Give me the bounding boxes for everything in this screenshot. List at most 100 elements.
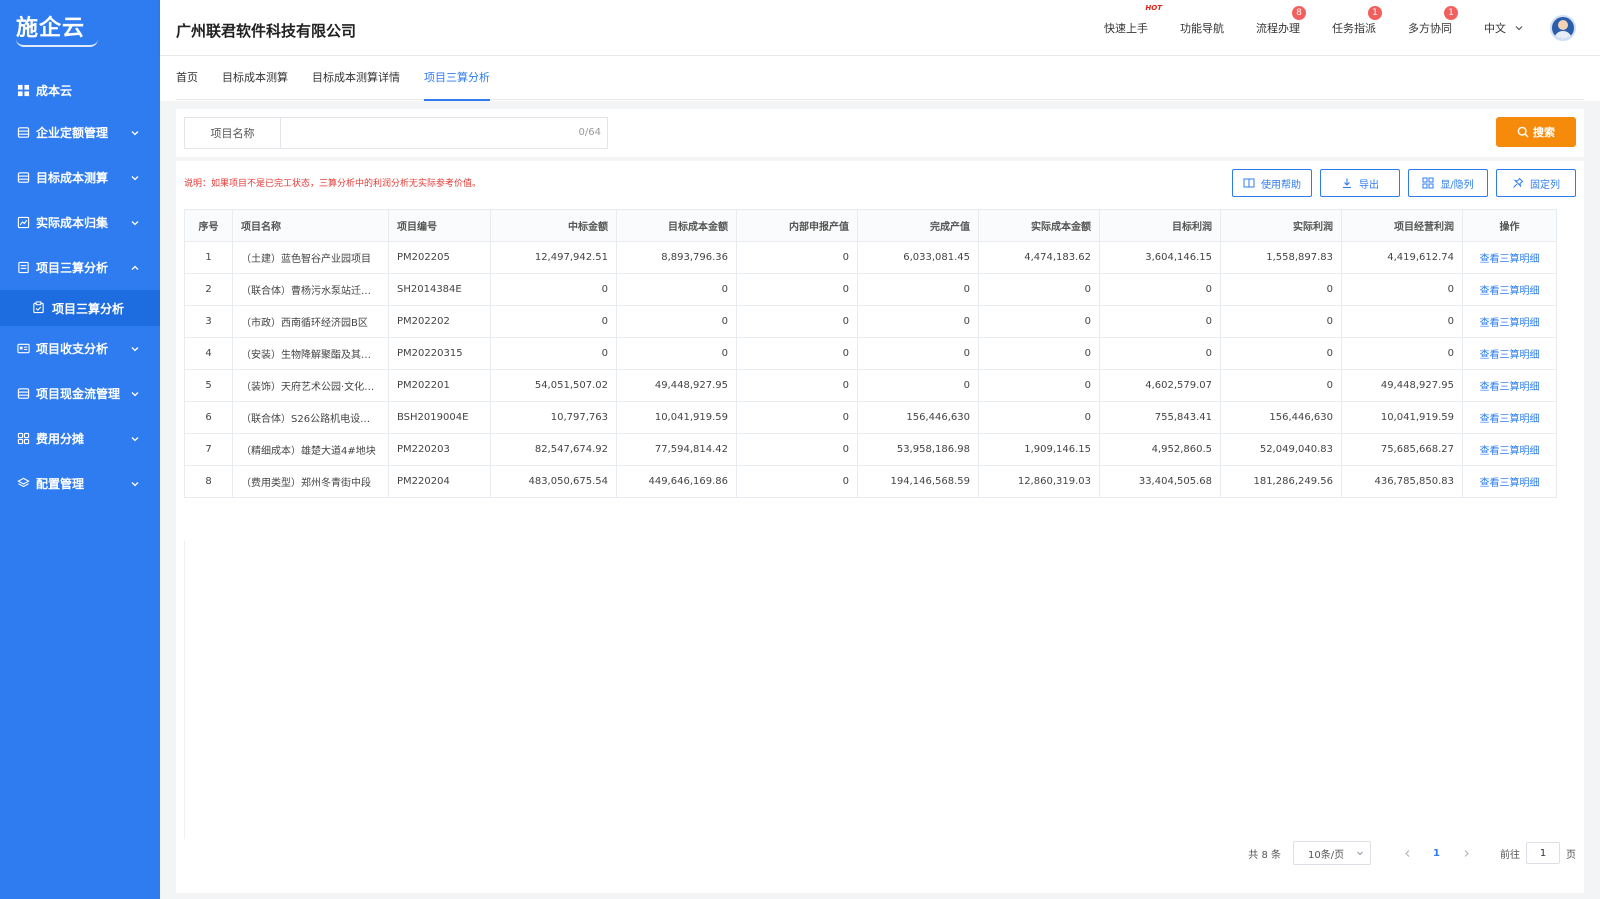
columns-icon	[1422, 177, 1434, 189]
download-icon	[1343, 178, 1351, 189]
target-cost: 8,893,796.36	[616, 241, 737, 274]
table-row[interactable]: 1 （土建）蓝色智谷产业园项目 PM202205 12,497,942.51 8,893…	[184, 241, 1557, 274]
view-detail-link[interactable]: 查看三算明细	[1462, 241, 1557, 274]
next-page-button[interactable]	[1456, 843, 1476, 863]
table-row[interactable]: 7 （精细成本）雄楚大道4#地块 PM220203 82,547,674.92 77,5…	[184, 433, 1557, 466]
sidebar-item-config[interactable]: 配置管理	[0, 461, 160, 506]
tab-three-analysis[interactable]: 项目三算分析	[424, 56, 490, 101]
column-header[interactable]: 项目经营利润	[1341, 209, 1463, 242]
page-size-select[interactable]: 10条/页	[1293, 841, 1372, 865]
column-header[interactable]: 项目编号	[388, 209, 491, 242]
view-detail-link[interactable]: 查看三算明细	[1462, 369, 1557, 402]
actual-cost: 12,860,319.03	[978, 465, 1100, 498]
sidebar-item-cost-cloud[interactable]: 成本云	[0, 72, 160, 108]
table-toolbar: 使用帮助 导出 显/隐列 固定列	[1224, 169, 1576, 197]
help-button[interactable]: 使用帮助	[1232, 169, 1312, 197]
logo[interactable]: 施企云	[0, 0, 160, 64]
avatar[interactable]	[1550, 15, 1576, 41]
view-detail-link[interactable]: 查看三算明细	[1462, 433, 1557, 466]
project-code: PM220204	[388, 465, 491, 498]
nav-collaboration[interactable]: 多方协同 1	[1408, 6, 1458, 36]
chevron-down-icon	[131, 481, 139, 486]
column-header[interactable]: 完成产值	[857, 209, 979, 242]
top-header: 广州联君软件科技有限公司 快速上手 HOT 功能导航 流程办理 8 任务指派 1…	[160, 0, 1600, 56]
table-empty-area	[184, 541, 1546, 839]
nav-quick-start[interactable]: 快速上手 HOT	[1104, 4, 1162, 36]
completed-output: 6,033,081.45	[857, 241, 979, 274]
sidebar-item-label: 费用分摊	[36, 432, 85, 446]
sidebar-item-actual-cost[interactable]: 实际成本归集	[0, 200, 160, 245]
view-detail-link[interactable]: 查看三算明细	[1462, 401, 1557, 434]
operating-profit: 49,448,927.95	[1341, 369, 1463, 402]
view-detail-link[interactable]: 查看三算明细	[1462, 273, 1557, 306]
column-header[interactable]: 中标金额	[490, 209, 617, 242]
toggle-columns-button[interactable]: 显/隐列	[1408, 169, 1488, 197]
sidebar-item-target-cost[interactable]: 目标成本测算	[0, 155, 160, 200]
table-row[interactable]: 8 （费用类型）郑州冬青街中段 PM220204 483,050,675.54 449,…	[184, 465, 1557, 498]
actual-profit: 1,558,897.83	[1220, 241, 1342, 274]
sidebar-item-cashflow[interactable]: 项目现金流管理	[0, 371, 160, 416]
language-select[interactable]: 中文	[1484, 20, 1524, 36]
count-badge: 1	[1444, 6, 1458, 20]
chevron-down-icon	[131, 130, 139, 135]
sidebar-item-cost-allocation[interactable]: 费用分摊	[0, 416, 160, 461]
column-header[interactable]: 内部申报产值	[736, 209, 858, 242]
logo-text: 施企云	[16, 16, 86, 41]
tool-label: 使用帮助	[1261, 179, 1301, 191]
sidebar-subitem-three-analysis[interactable]: 项目三算分析	[0, 290, 160, 326]
main-content: 项目名称 0/64 搜索 说明：如果项目不是已完工状态，三算分析中的利润分析无实…	[160, 101, 1600, 899]
completed-output: 0	[857, 273, 979, 306]
operating-profit: 10,041,919.59	[1341, 401, 1463, 434]
target-profit: 0	[1099, 337, 1221, 370]
search-input[interactable]	[281, 118, 607, 148]
page-suffix: 页	[1566, 849, 1576, 861]
header-nav: 快速上手 HOT 功能导航 流程办理 8 任务指派 1 多方协同 1 中文	[1104, 0, 1600, 56]
actual-cost: 0	[978, 369, 1100, 402]
view-detail-link[interactable]: 查看三算明细	[1462, 465, 1557, 498]
sidebar-item-quota[interactable]: 企业定额管理	[0, 110, 160, 155]
chevron-down-icon	[131, 220, 139, 225]
table-row[interactable]: 2 （联合体）曹杨污水泵站迁建工程 SH2014384E 0 0 0 0 0 0 0 0 查看三算明细	[184, 273, 1557, 306]
column-header[interactable]: 序号	[184, 209, 233, 242]
table-row[interactable]: 6 （联合体）S26公路机电设备工程 BSH2019004E 10,797,763 10…	[184, 401, 1557, 434]
export-button[interactable]: 导出	[1320, 169, 1400, 197]
table-row[interactable]: 5 （装饰）天府艺术公园·文化中心 PM202201 54,051,507.02 49,…	[184, 369, 1557, 402]
tab-target-cost[interactable]: 目标成本测算	[222, 56, 288, 100]
sidebar-item-three-analysis[interactable]: 项目三算分析	[0, 245, 160, 290]
column-header[interactable]: 目标利润	[1099, 209, 1221, 242]
goto-page-input[interactable]	[1526, 842, 1560, 864]
internal-output: 0	[736, 241, 858, 274]
sidebar-item-income-expense[interactable]: 项目收支分析	[0, 326, 160, 371]
column-header[interactable]: 实际成本金额	[978, 209, 1100, 242]
nav-task-assign[interactable]: 任务指派 1	[1332, 6, 1382, 36]
prev-page-button[interactable]	[1397, 843, 1417, 863]
internal-output: 0	[736, 369, 858, 402]
count-badge: 1	[1368, 6, 1382, 20]
chart-doc-icon	[16, 216, 30, 230]
table-row[interactable]: 4 （安装）生物降解聚酯及其制品 PM20220315 0 0 0 0 0 0 0 0 查看三算明细	[184, 337, 1557, 370]
nav-function-guide[interactable]: 功能导航	[1180, 20, 1224, 36]
project-code: PM220203	[388, 433, 491, 466]
project-code: PM202205	[388, 241, 491, 274]
table-row[interactable]: 3 （市政）西南循环经济园B区 PM202202 0 0 0 0 0 0 0 0 查看三算明细	[184, 305, 1557, 338]
tab-home[interactable]: 首页	[176, 56, 198, 100]
column-header[interactable]: 实际利润	[1220, 209, 1342, 242]
actual-cost: 0	[978, 273, 1100, 306]
project-name: （市政）西南循环经济园B区	[232, 305, 389, 338]
actual-profit: 0	[1220, 337, 1342, 370]
fix-columns-button[interactable]: 固定列	[1496, 169, 1576, 197]
layers-icon	[16, 477, 30, 491]
search-button[interactable]: 搜索	[1496, 117, 1576, 147]
actual-profit: 52,049,040.83	[1220, 433, 1342, 466]
tab-target-cost-detail[interactable]: 目标成本测算详情	[312, 56, 400, 100]
column-header[interactable]: 项目名称	[232, 209, 389, 242]
actual-profit: 181,286,249.56	[1220, 465, 1342, 498]
nav-label: 功能导航	[1180, 22, 1224, 35]
actual-profit: 0	[1220, 369, 1342, 402]
nav-process[interactable]: 流程办理 8	[1256, 6, 1306, 36]
view-detail-link[interactable]: 查看三算明细	[1462, 337, 1557, 370]
internal-output: 0	[736, 433, 858, 466]
view-detail-link[interactable]: 查看三算明细	[1462, 305, 1557, 338]
page-number[interactable]: 1	[1433, 848, 1440, 859]
column-header[interactable]: 目标成本金额	[616, 209, 737, 242]
